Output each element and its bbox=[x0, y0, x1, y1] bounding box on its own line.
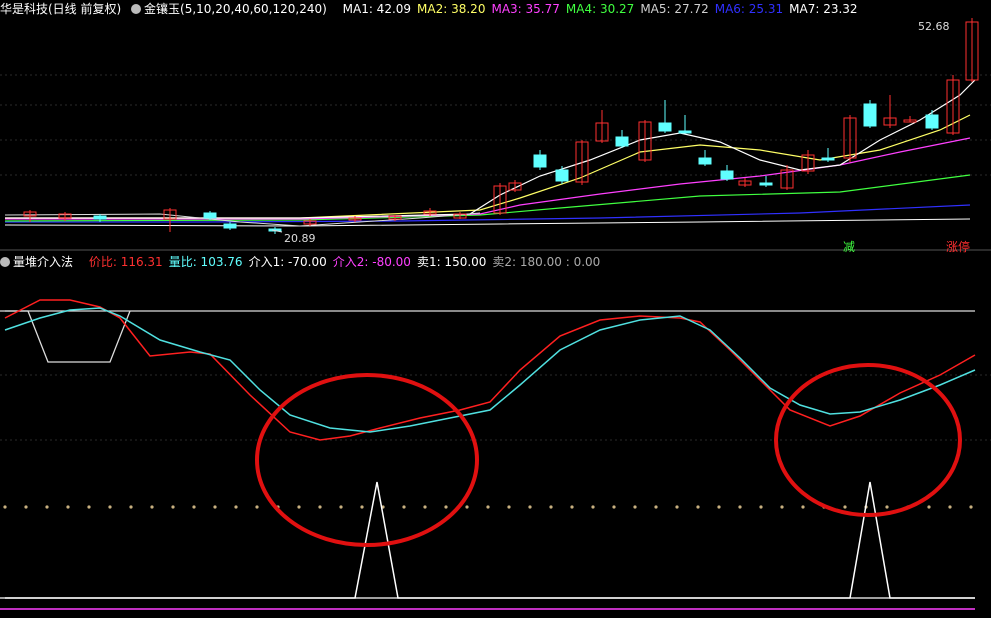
entry-dot bbox=[654, 505, 658, 509]
reduce-signal: 减 bbox=[843, 240, 856, 254]
ma3-line bbox=[5, 137, 971, 220]
entry-dot bbox=[486, 505, 490, 509]
entry-dot bbox=[696, 505, 700, 509]
candle-down bbox=[533, 154, 547, 168]
highlight-circle-left bbox=[255, 373, 479, 547]
entry-dot bbox=[255, 505, 259, 509]
entry-dot bbox=[402, 505, 406, 509]
ma1-line bbox=[5, 79, 976, 219]
entry-signal-line bbox=[5, 481, 975, 599]
entry-dot bbox=[444, 505, 448, 509]
candle-down bbox=[615, 136, 629, 147]
entry-dot bbox=[3, 505, 7, 509]
candle-down bbox=[555, 169, 569, 182]
entry-dot bbox=[66, 505, 70, 509]
entry-dot bbox=[192, 505, 196, 509]
entry-dot bbox=[150, 505, 154, 509]
entry-dot bbox=[339, 505, 343, 509]
candle-down bbox=[720, 170, 734, 180]
entry-dot bbox=[843, 505, 847, 509]
entry-dot bbox=[87, 505, 91, 509]
entry-dot bbox=[675, 505, 679, 509]
candle-down bbox=[821, 157, 835, 161]
chart-canvas[interactable] bbox=[0, 0, 991, 618]
limit-up-signal: 涨停 bbox=[946, 240, 971, 254]
entry-dot bbox=[969, 505, 973, 509]
candle-down bbox=[759, 182, 773, 186]
entry-dot bbox=[45, 505, 49, 509]
candle-down bbox=[203, 212, 217, 219]
candle-down bbox=[863, 103, 877, 127]
candle-down bbox=[698, 157, 712, 165]
candle-down bbox=[223, 223, 237, 229]
entry-dot bbox=[612, 505, 616, 509]
indicator-lines bbox=[0, 299, 991, 610]
entry-dot bbox=[360, 505, 364, 509]
sell-signal-line bbox=[5, 310, 131, 363]
entry-dot bbox=[927, 505, 931, 509]
entry-dot bbox=[24, 505, 28, 509]
entry-dot bbox=[528, 505, 532, 509]
entry-dot bbox=[591, 505, 595, 509]
entry-dot bbox=[717, 505, 721, 509]
entry-dot bbox=[297, 505, 301, 509]
entry-dot bbox=[549, 505, 553, 509]
candle-down bbox=[93, 215, 107, 220]
entry-dot bbox=[759, 505, 763, 509]
candle-down bbox=[678, 130, 692, 134]
candlesticks bbox=[23, 18, 979, 234]
entry-dot bbox=[318, 505, 322, 509]
entry-dot bbox=[423, 505, 427, 509]
high-price-label: 52.68 bbox=[918, 20, 950, 33]
candle-down bbox=[925, 114, 939, 129]
moving-average-lines bbox=[4, 79, 976, 227]
entry-dot bbox=[780, 505, 784, 509]
entry-dot bbox=[570, 505, 574, 509]
candle-down bbox=[658, 122, 672, 132]
entry-dot bbox=[108, 505, 112, 509]
entry-dot bbox=[633, 505, 637, 509]
entry-dot bbox=[507, 505, 511, 509]
entry-dot bbox=[885, 505, 889, 509]
entry-dot bbox=[948, 505, 952, 509]
entry-dot bbox=[213, 505, 217, 509]
entry-dot bbox=[234, 505, 238, 509]
entry-dot bbox=[129, 505, 133, 509]
price-gridlines bbox=[0, 74, 991, 176]
entry-dot bbox=[801, 505, 805, 509]
entry-dot bbox=[465, 505, 469, 509]
entry-dot bbox=[738, 505, 742, 509]
entry-dot bbox=[171, 505, 175, 509]
low-price-label: 20.89 bbox=[284, 232, 316, 245]
